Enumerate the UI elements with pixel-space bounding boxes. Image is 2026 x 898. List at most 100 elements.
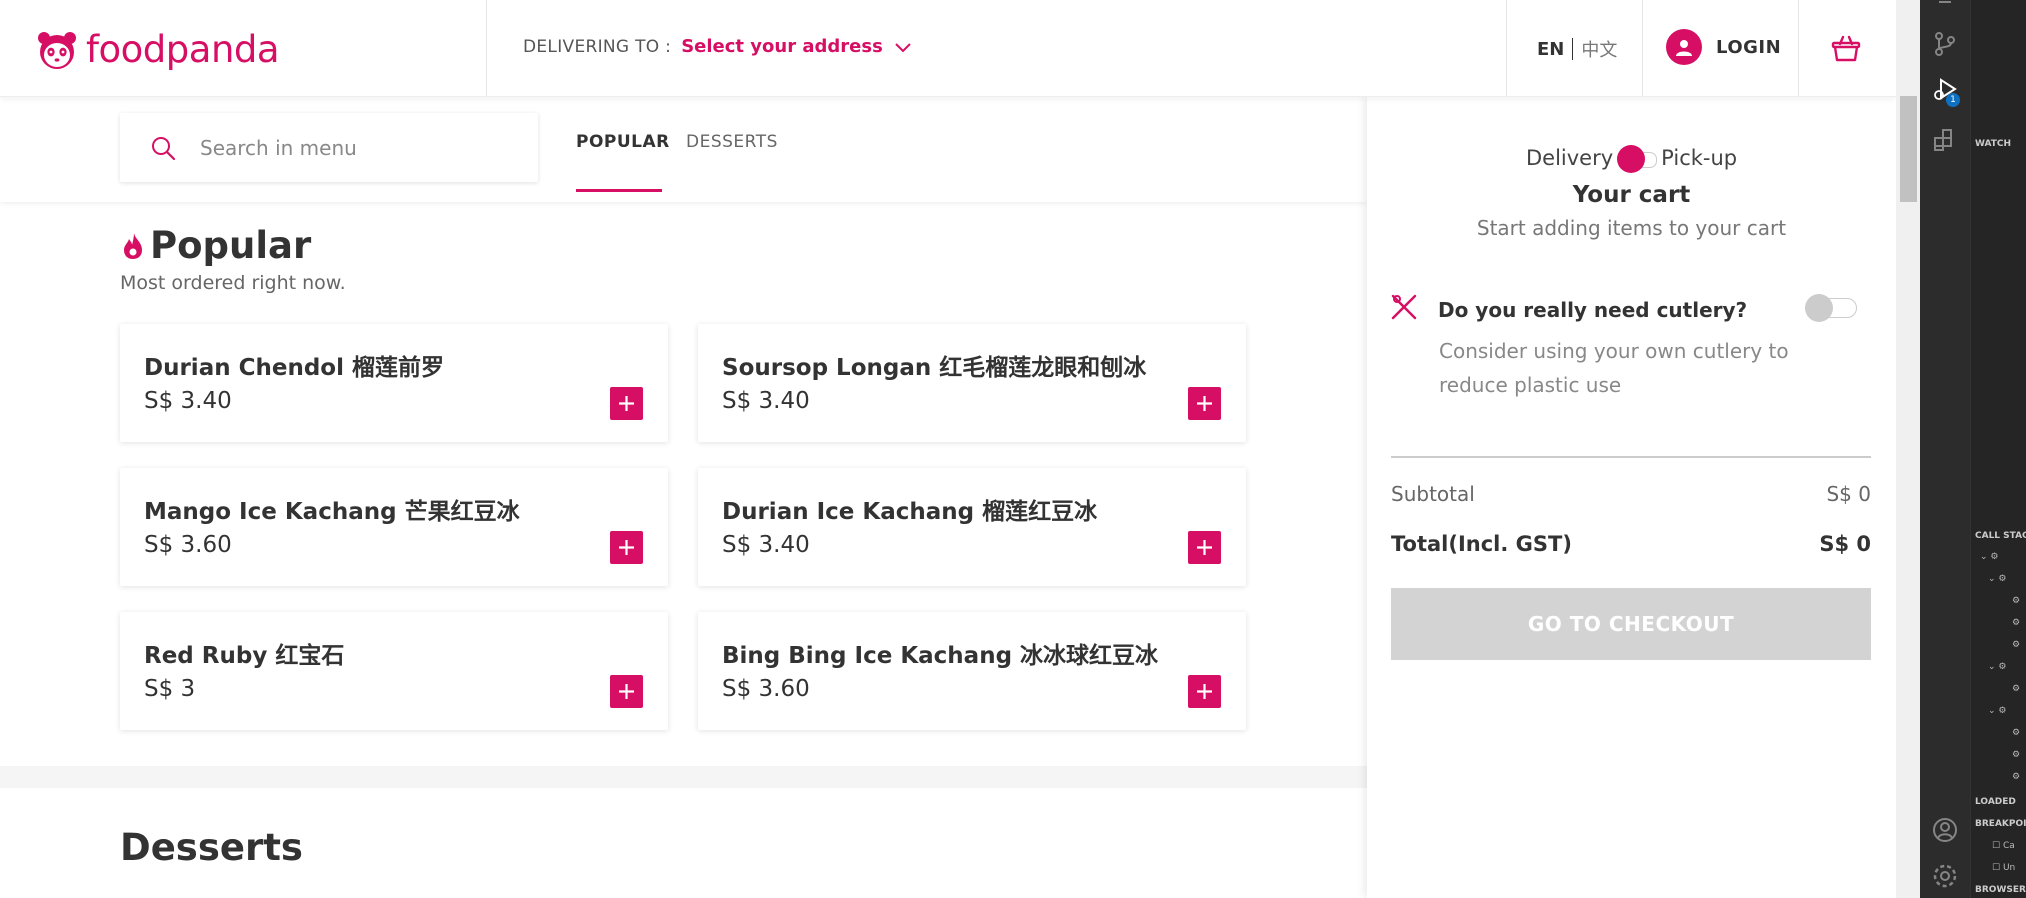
- watch-section-header[interactable]: WATCH: [1975, 139, 2026, 149]
- menu-item-price: S$ 3.60: [144, 532, 232, 558]
- total-row: Total(Incl. GST) S$ 0: [1391, 532, 1871, 556]
- shopping-basket-icon[interactable]: [1830, 32, 1862, 64]
- menu-item-price: S$ 3: [144, 676, 196, 702]
- menu-toolbar: POPULAR DESSERTS: [0, 96, 1367, 202]
- plus-icon: [619, 540, 634, 555]
- delivery-option-label[interactable]: Delivery: [1526, 146, 1613, 170]
- cart-panel: Delivery Pick-up Your cart Start adding …: [1367, 96, 1896, 898]
- subtotal-label: Subtotal: [1391, 482, 1475, 506]
- explorer-icon[interactable]: [1931, 0, 1959, 20]
- menu-item-card[interactable]: Red Ruby 红宝石 S$ 3: [120, 612, 668, 730]
- delivery-address-selector[interactable]: DELIVERING TO : Select your address: [523, 36, 913, 57]
- call-stack-row[interactable]: ⌄ ⚙: [1988, 706, 2006, 716]
- menu-item-name: Bing Bing Ice Kachang 冰冰球红豆冰: [722, 643, 1159, 669]
- cutlery-question: Do you really need cutlery?: [1438, 298, 1748, 322]
- tab-popular[interactable]: POPULAR: [576, 132, 670, 152]
- header-divider: [486, 0, 487, 96]
- header-divider: [1642, 0, 1643, 96]
- plus-icon: [1197, 540, 1212, 555]
- add-item-button[interactable]: [1188, 675, 1221, 708]
- add-item-button[interactable]: [610, 387, 643, 420]
- call-stack-row[interactable]: ⌄ ⚙: [1980, 552, 1998, 562]
- toggle-knob: [1805, 294, 1833, 322]
- cart-empty-message: Start adding items to your cart: [1476, 216, 1787, 240]
- select-address-link[interactable]: Select your address: [681, 36, 883, 57]
- menu-item-card[interactable]: Mango Ice Kachang 芒果红豆冰 S$ 3.60: [120, 468, 668, 586]
- total-label: Total(Incl. GST): [1391, 532, 1572, 556]
- source-control-icon[interactable]: [1931, 30, 1959, 58]
- menu-item-card[interactable]: Durian Chendol 榴莲前罗 S$ 3.40: [120, 324, 668, 442]
- menu-item-price: S$ 3.40: [144, 388, 232, 414]
- header-divider: [1506, 0, 1507, 96]
- menu-item-price: S$ 3.40: [722, 532, 810, 558]
- cutlery-description: Consider using your own cutlery to reduc…: [1439, 339, 1789, 397]
- popular-subtitle: Most ordered right now.: [120, 272, 346, 294]
- plus-icon: [1197, 684, 1212, 699]
- user-avatar-icon: [1666, 29, 1702, 65]
- foodpanda-logo[interactable]: foodpanda: [36, 28, 280, 71]
- call-stack-row[interactable]: ⌄ ⚙: [1988, 574, 2006, 584]
- add-item-button[interactable]: [1188, 387, 1221, 420]
- brand-name: foodpanda: [86, 28, 280, 71]
- menu-item-name: Durian Chendol 榴莲前罗: [144, 355, 444, 381]
- call-stack-row[interactable]: ⚙: [2012, 728, 2020, 738]
- popular-heading: Popular: [150, 224, 312, 267]
- menu-item-name: Red Ruby 红宝石: [144, 643, 345, 669]
- add-item-button[interactable]: [1188, 531, 1221, 564]
- menu-search-input[interactable]: [198, 134, 502, 161]
- active-tab-indicator: [576, 189, 662, 192]
- popular-section-title: Popular: [120, 224, 311, 267]
- menu-item-name: Soursop Longan 红毛榴莲龙眼和刨冰: [722, 355, 1147, 381]
- menu-item-price: S$ 3.60: [722, 676, 810, 702]
- cutlery-toggle[interactable]: [1805, 294, 1857, 322]
- menu-item-card[interactable]: Soursop Longan 红毛榴莲龙眼和刨冰 S$ 3.40: [698, 324, 1246, 442]
- section-divider: [0, 766, 1367, 788]
- call-stack-row[interactable]: ⚙: [2012, 772, 2020, 782]
- lang-en-option[interactable]: EN: [1537, 39, 1564, 60]
- toggle-knob: [1617, 145, 1646, 173]
- language-switcher[interactable]: EN 中文: [1537, 36, 1617, 62]
- menu-item-card[interactable]: Durian Ice Kachang 榴莲红豆冰 S$ 3.40: [698, 468, 1246, 586]
- call-stack-row[interactable]: ⚙: [2012, 750, 2020, 760]
- call-stack-row[interactable]: ⚙: [2012, 596, 2020, 606]
- plus-icon: [1197, 396, 1212, 411]
- call-stack-section-header[interactable]: CALL STACK: [1975, 531, 2026, 541]
- delivery-pickup-toggle[interactable]: [1617, 145, 1658, 173]
- cart-title: Your cart: [1572, 182, 1691, 208]
- extensions-icon[interactable]: [1931, 126, 1959, 154]
- delivery-mode-switch[interactable]: Delivery Pick-up: [1526, 145, 1737, 173]
- lang-divider: [1572, 38, 1574, 60]
- add-item-button[interactable]: [610, 531, 643, 564]
- plus-icon: [619, 396, 634, 411]
- add-item-button[interactable]: [610, 675, 643, 708]
- gear-icon[interactable]: [1931, 862, 1959, 890]
- call-stack-row[interactable]: ⚙: [2012, 618, 2020, 628]
- subtotal-value: S$ 0: [1826, 482, 1871, 506]
- scrollbar-thumb[interactable]: [1900, 96, 1917, 202]
- search-icon: [152, 136, 176, 160]
- login-button[interactable]: LOGIN: [1666, 29, 1781, 65]
- breakpoint-item[interactable]: ☐ Ca: [1992, 841, 2015, 851]
- breakpoint-item[interactable]: ☐ Un: [1992, 863, 2015, 873]
- subtotal-row: Subtotal S$ 0: [1391, 482, 1871, 506]
- total-value: S$ 0: [1819, 532, 1871, 556]
- menu-item-name: Durian Ice Kachang 榴莲红豆冰: [722, 499, 1098, 525]
- ide-debug-sidebar: [1970, 0, 2026, 898]
- browser-section-header[interactable]: BROWSER: [1975, 885, 2026, 895]
- loaded-scripts-section-header[interactable]: LOADED: [1975, 797, 2026, 807]
- call-stack-row[interactable]: ⌄ ⚙: [1988, 662, 2006, 672]
- menu-search-box[interactable]: [120, 113, 538, 182]
- call-stack-row[interactable]: ⚙: [2012, 640, 2020, 650]
- panda-logo-icon: [38, 31, 76, 69]
- call-stack-row[interactable]: ⚙: [2012, 684, 2020, 694]
- top-header: foodpanda DELIVERING TO : Select your ad…: [0, 0, 1896, 97]
- pickup-option-label[interactable]: Pick-up: [1661, 146, 1737, 170]
- go-to-checkout-button[interactable]: GO TO CHECKOUT: [1391, 588, 1871, 660]
- menu-item-price: S$ 3.40: [722, 388, 810, 414]
- menu-item-card[interactable]: Bing Bing Ice Kachang 冰冰球红豆冰 S$ 3.60: [698, 612, 1246, 730]
- breakpoints-section-header[interactable]: BREAKPOINTS: [1975, 819, 2026, 829]
- lang-zh-option[interactable]: 中文: [1581, 36, 1617, 62]
- tab-desserts[interactable]: DESSERTS: [686, 132, 778, 152]
- accounts-icon[interactable]: [1931, 816, 1959, 844]
- login-label: LOGIN: [1716, 36, 1782, 58]
